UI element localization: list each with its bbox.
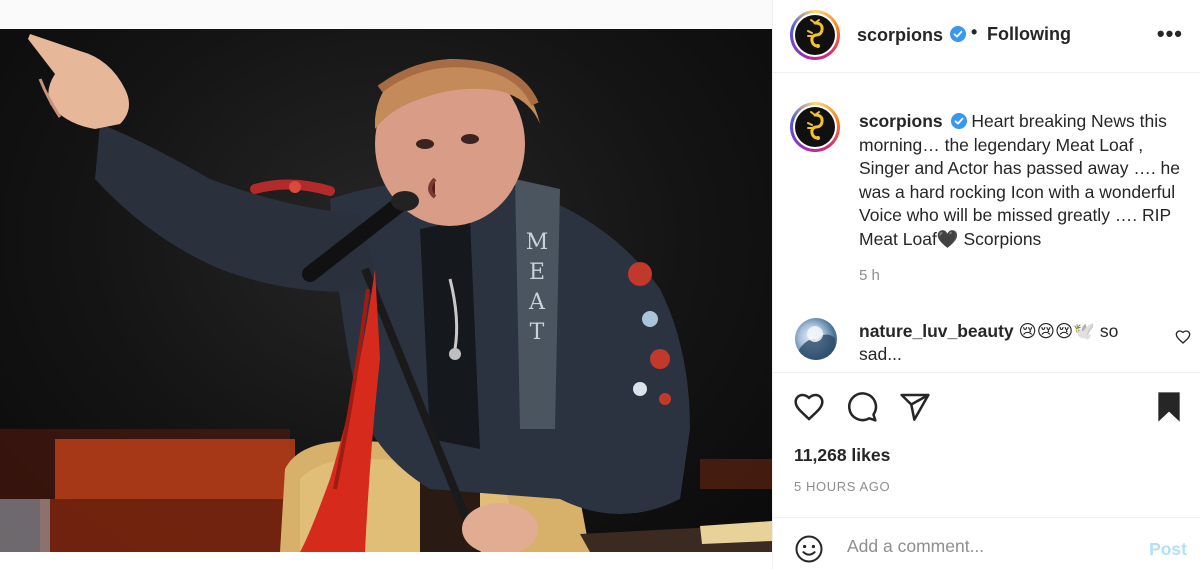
strap-letter-t: T [530,320,545,345]
post-caption: scorpions Heart breaking News this morni… [773,74,1200,304]
verified-badge-icon [950,113,967,129]
heart-icon[interactable] [793,391,825,428]
comment-item: nature_luv_beauty 😢😢😢🕊️ so sad... [773,310,1200,372]
caption-author-username[interactable]: scorpions [859,111,943,131]
post-side-panel: scorpions • Following ••• scorpions Hear… [772,0,1200,569]
post-media-area: M E A T [0,0,772,569]
strap-letter-a: A [528,290,546,315]
following-button[interactable]: Following [987,24,1071,45]
author-username[interactable]: scorpions [857,25,943,46]
strap-letter-m: M [526,230,549,255]
comment-input[interactable] [847,532,1137,560]
caption-timestamp[interactable]: 5 h [859,267,880,284]
commenter-avatar-image [795,326,837,360]
concert-photo-illustration: M E A T [0,34,772,552]
small-heart-icon[interactable] [1175,329,1191,350]
paper-plane-icon[interactable] [899,391,931,428]
comment-text: nature_luv_beauty 😢😢😢🕊️ so sad... [859,320,1159,366]
commenter-avatar[interactable] [795,318,837,360]
bookmark-icon[interactable] [1155,391,1183,428]
comment-username[interactable]: nature_luv_beauty [859,321,1014,341]
post-actions-bar: 11,268 likes 5 HOURS AGO [773,372,1200,517]
separator-dot: • [971,22,978,42]
emoji-icon[interactable] [794,534,824,569]
author-avatar[interactable] [790,10,840,60]
scorpion-logo-icon [807,19,824,48]
post-comment-button[interactable]: Post [1149,539,1187,560]
comment-composer: Post [773,517,1200,569]
post-photo[interactable]: M E A T [0,29,772,552]
strap-letter-e: E [529,260,545,285]
caption-body: Heart breaking News this morning… the le… [859,111,1181,249]
scorpion-logo-icon [807,111,824,140]
caption-author-avatar[interactable] [790,102,840,152]
verified-badge-icon [947,26,966,45]
more-options-icon[interactable]: ••• [1157,23,1183,45]
post-header: scorpions • Following ••• [773,0,1200,73]
likes-count[interactable]: 11,268 likes [794,445,890,466]
post-timestamp[interactable]: 5 HOURS AGO [794,479,890,494]
media-top-padding [0,0,772,29]
comment-icon[interactable] [846,391,878,428]
caption-text-block: scorpions Heart breaking News this morni… [859,110,1189,251]
